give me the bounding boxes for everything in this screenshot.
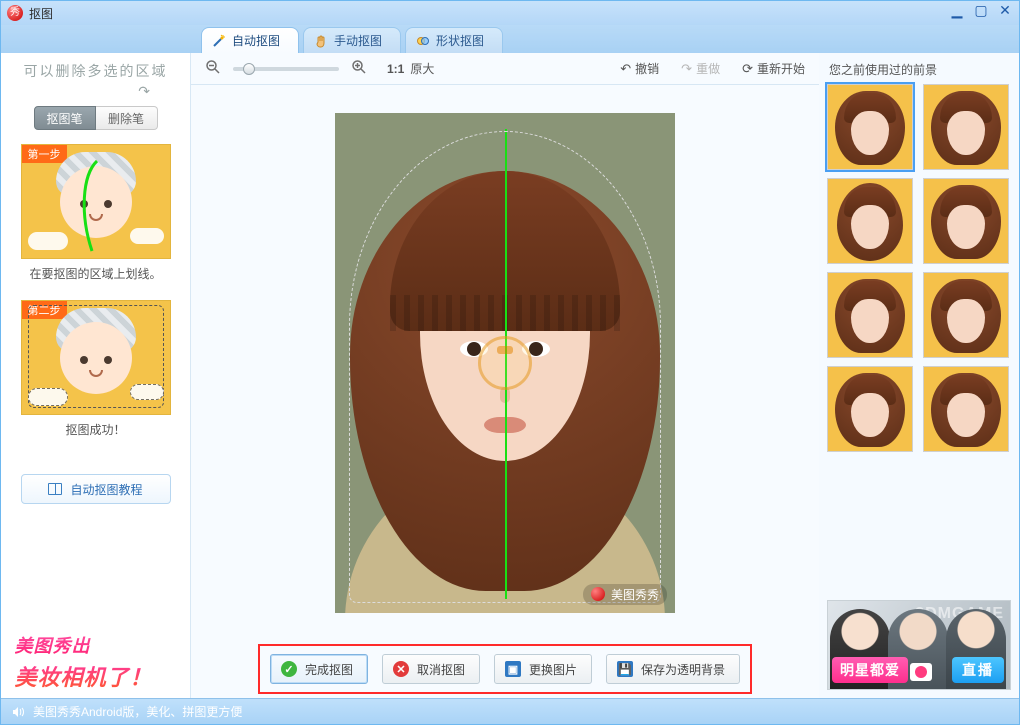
step2-card: 第二步 抠图成功！	[21, 300, 171, 448]
promo-banner[interactable]: 美图秀出 美妆相机了！	[11, 634, 181, 690]
undo-button[interactable]: ↶撤销	[620, 60, 659, 77]
tab-manual-cutout[interactable]: 手动抠图	[303, 27, 401, 53]
save-transparent-button[interactable]: 💾 保存为透明背景	[606, 654, 740, 684]
finish-label: 完成抠图	[305, 661, 353, 678]
recent-thumb[interactable]	[827, 272, 913, 358]
step1-caption: 在要抠图的区域上划线。	[21, 265, 171, 282]
hand-icon	[314, 34, 328, 48]
redo-button: ↷重做	[681, 60, 720, 77]
replace-image-button[interactable]: ▣ 更换图片	[494, 654, 592, 684]
status-text: 美图秀秀Android版，美化、拼图更方便	[33, 703, 242, 720]
recent-thumb[interactable]	[923, 178, 1009, 264]
finish-cutout-button[interactable]: ✓ 完成抠图	[270, 654, 368, 684]
zoom-text: 原大	[410, 60, 434, 77]
undo-label: 撤销	[635, 60, 659, 77]
canvas-toolbar: 1:1 原大 ↶撤销 ↷重做 ⟳重新开始	[191, 53, 819, 85]
tab-label: 自动抠图	[232, 32, 280, 49]
ad-ribbon: 明星都爱	[832, 657, 908, 683]
restart-icon: ⟳	[742, 61, 753, 77]
window-title: 抠图	[29, 5, 53, 22]
recent-thumb[interactable]	[923, 272, 1009, 358]
book-icon	[48, 483, 62, 495]
watermark-logo-icon	[591, 587, 605, 601]
center-panel: 1:1 原大 ↶撤销 ↷重做 ⟳重新开始	[191, 53, 819, 698]
tab-shape-cutout[interactable]: 形状抠图	[405, 27, 503, 53]
wand-icon	[212, 34, 226, 48]
cutout-pen-button[interactable]: 抠图笔	[34, 106, 96, 130]
shape-icon	[416, 34, 430, 48]
tab-auto-cutout[interactable]: 自动抠图	[201, 27, 299, 53]
hint-text: 可以删除多选的区域	[24, 61, 168, 81]
redo-icon: ↷	[681, 61, 692, 77]
hint-arrow-icon: ↷	[138, 83, 150, 100]
image-icon: ▣	[505, 661, 521, 677]
minimize-button[interactable]: ▁	[949, 4, 965, 18]
close-button[interactable]: ✕	[997, 4, 1013, 18]
restart-button[interactable]: ⟳重新开始	[742, 60, 805, 77]
tool-toggle: 抠图笔 删除笔	[34, 106, 158, 130]
step1-card: 第一步 在要抠图的区域上划线。	[21, 144, 171, 292]
mode-tabs: 自动抠图 手动抠图 形状抠图	[1, 25, 1019, 53]
left-sidebar: 可以删除多选的区域 ↷ 抠图笔 删除笔 第一步 在要抠图的区域上划线。 第二步	[1, 53, 191, 698]
recent-thumb[interactable]	[827, 178, 913, 264]
check-icon: ✓	[281, 661, 297, 677]
camera-icon	[910, 663, 932, 681]
app-logo-icon: 秀	[7, 5, 23, 21]
status-bar: 美图秀秀Android版，美化、拼图更方便	[1, 698, 1019, 724]
step2-image	[60, 322, 132, 394]
watermark-text: 美图秀秀	[611, 586, 659, 603]
save-label: 保存为透明背景	[641, 661, 725, 678]
zoom-ratio[interactable]: 1:1	[387, 62, 404, 76]
recent-foreground-title: 您之前使用过的前景	[829, 61, 1011, 78]
erase-pen-button[interactable]: 删除笔	[96, 106, 158, 130]
promo-line2: 美妆相机了！	[15, 660, 181, 692]
restart-label: 重新开始	[757, 60, 805, 77]
title-bar: 秀 抠图 ▁ ▢ ✕	[1, 1, 1019, 25]
undo-icon: ↶	[620, 61, 631, 77]
zoom-slider[interactable]	[233, 67, 339, 71]
recent-thumb[interactable]	[827, 84, 913, 170]
replace-label: 更换图片	[529, 661, 577, 678]
tab-label: 手动抠图	[334, 32, 382, 49]
promo-line1: 美图秀出	[15, 632, 181, 658]
cross-icon: ✕	[393, 661, 409, 677]
save-icon: 💾	[617, 661, 633, 677]
speaker-icon	[11, 705, 25, 719]
canvas[interactable]: 美图秀秀	[335, 113, 675, 613]
action-buttons-highlight: ✓ 完成抠图 ✕ 取消抠图 ▣ 更换图片 💾 保存为透明背景	[258, 644, 752, 694]
mascot-watermark-icon	[470, 328, 540, 398]
redo-label: 重做	[696, 60, 720, 77]
step2-caption: 抠图成功！	[21, 421, 171, 438]
watermark-chip: 美图秀秀	[583, 584, 667, 605]
cancel-label: 取消抠图	[417, 661, 465, 678]
tutorial-label: 自动抠图教程	[70, 481, 142, 498]
tab-label: 形状抠图	[436, 32, 484, 49]
recent-foreground-grid	[827, 84, 1011, 452]
ad-live-badge: 直播	[952, 657, 1004, 683]
right-panel: 您之前使用过的前景 3DMGAME 明星都爱 直播	[819, 53, 1019, 698]
recent-thumb[interactable]	[923, 84, 1009, 170]
ad-banner[interactable]: 3DMGAME 明星都爱 直播	[827, 600, 1011, 690]
tutorial-button[interactable]: 自动抠图教程	[21, 474, 171, 504]
maximize-button[interactable]: ▢	[973, 4, 989, 18]
recent-thumb[interactable]	[923, 366, 1009, 452]
recent-thumb[interactable]	[827, 366, 913, 452]
cancel-cutout-button[interactable]: ✕ 取消抠图	[382, 654, 480, 684]
zoom-in-icon[interactable]	[351, 59, 367, 78]
zoom-out-icon[interactable]	[205, 59, 221, 78]
